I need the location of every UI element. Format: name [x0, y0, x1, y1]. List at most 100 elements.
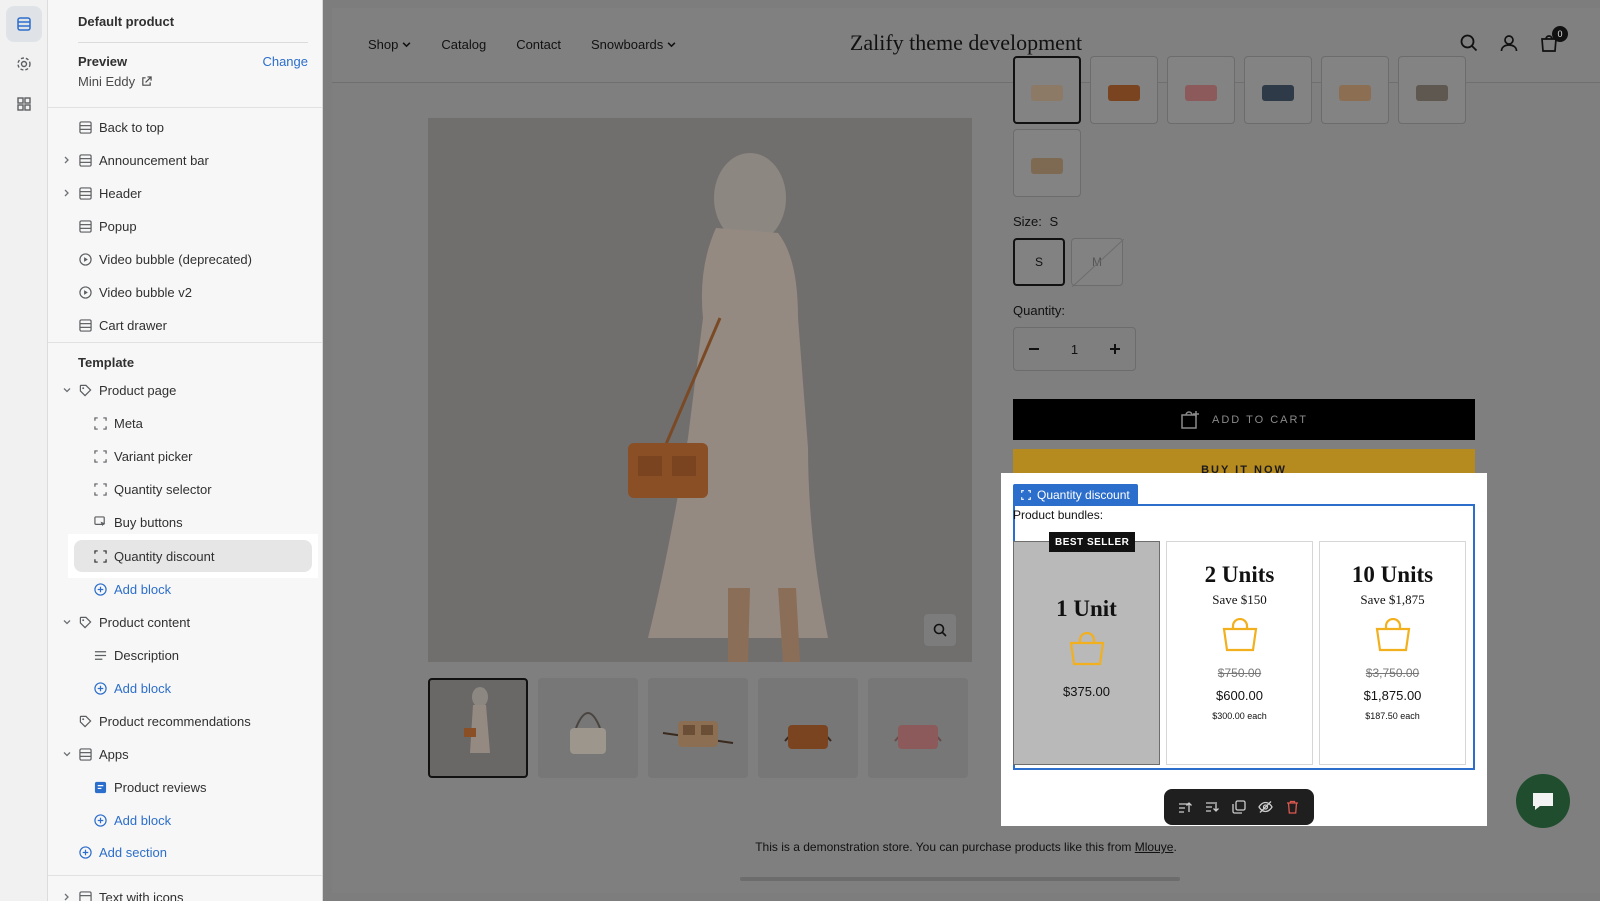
thumbnail-bag-image: [570, 712, 606, 754]
add-block-label: Add block: [114, 680, 172, 696]
sidebar-item-video-bubble-deprecated[interactable]: Video bubble (deprecated): [48, 244, 322, 274]
tag-icon: [78, 615, 92, 629]
text-lines-icon: [93, 648, 107, 662]
section-icon: [78, 219, 92, 233]
add-block-button[interactable]: Add block: [48, 673, 322, 703]
zoom-button[interactable]: [924, 614, 956, 646]
thumbnail-2[interactable]: [538, 678, 638, 778]
color-swatch[interactable]: [1090, 56, 1158, 124]
sidebar-item-apps[interactable]: Apps: [48, 739, 322, 769]
chevron-down-icon[interactable]: [62, 749, 72, 759]
bundle-savings: Save $1,875: [1360, 592, 1425, 607]
divider: [48, 342, 322, 343]
apps-icon[interactable]: [6, 86, 42, 122]
cart-add-icon: [1181, 410, 1200, 429]
add-block-button[interactable]: Add block: [48, 574, 322, 604]
color-swatch[interactable]: [1398, 56, 1466, 124]
move-down-icon[interactable]: [1202, 797, 1222, 817]
block-icon: [1021, 490, 1031, 500]
thumbnail-4[interactable]: [758, 678, 858, 778]
sidebar-item-header[interactable]: Header: [48, 178, 322, 208]
thumbnail-5[interactable]: [868, 678, 968, 778]
sidebar-item-back-to-top[interactable]: Back to top: [48, 112, 322, 142]
product-main-image[interactable]: [428, 118, 972, 662]
add-block-button[interactable]: Add block: [48, 805, 322, 835]
plus-circle-icon: [93, 813, 107, 827]
sidebar-item-variant-picker[interactable]: Variant picker: [48, 441, 322, 471]
color-swatch[interactable]: [1013, 56, 1081, 124]
bundle-option-1-unit[interactable]: 1 Unit $375.00: [1013, 541, 1160, 765]
delete-trash-icon[interactable]: [1283, 797, 1303, 817]
settings-gear-icon[interactable]: [6, 46, 42, 82]
preview-product[interactable]: Mini Eddy: [78, 74, 152, 89]
size-option-m[interactable]: M: [1071, 238, 1124, 287]
sidebar-item-label: Product recommendations: [99, 713, 251, 729]
sidebar-item-quantity-discount[interactable]: Quantity discount: [48, 541, 322, 571]
sidebar-item-video-bubble-v2[interactable]: Video bubble v2: [48, 277, 322, 307]
quantity-stepper[interactable]: 1: [1013, 327, 1136, 371]
swatch-bag-image: [1185, 85, 1217, 101]
search-icon[interactable]: [1458, 32, 1480, 54]
change-preview-link[interactable]: Change: [262, 54, 308, 69]
swatch-bag-image: [1262, 85, 1294, 101]
sidebar-item-product-content[interactable]: Product content: [48, 607, 322, 637]
sidebar-item-product-page[interactable]: Product page: [48, 375, 322, 405]
sections-icon[interactable]: [6, 6, 42, 42]
cart-icon[interactable]: 0: [1538, 26, 1568, 54]
size-option-s[interactable]: S: [1013, 238, 1065, 286]
section-icon: [78, 120, 92, 134]
account-icon[interactable]: [1498, 32, 1520, 54]
chat-button[interactable]: [1516, 774, 1570, 828]
quantity-value[interactable]: 1: [1071, 342, 1078, 357]
sidebar-item-meta[interactable]: Meta: [48, 408, 322, 438]
chevron-down-icon[interactable]: [62, 617, 72, 627]
sidebar-item-announcement-bar[interactable]: Announcement bar: [48, 145, 322, 175]
chevron-down-icon[interactable]: [62, 385, 72, 395]
demo-store-link[interactable]: Mlouye: [1135, 840, 1174, 854]
add-block-label: Add block: [114, 581, 172, 597]
thumbnail-3[interactable]: [648, 678, 748, 778]
store-brand[interactable]: Zalify theme development: [332, 30, 1600, 56]
bundle-option-10-units[interactable]: 10 Units Save $1,875 $3,750.00 $1,875.00…: [1319, 541, 1466, 765]
sidebar-item-cart-drawer[interactable]: Cart drawer: [48, 310, 322, 340]
sidebar-item-label: Description: [114, 647, 180, 663]
cart-count-badge: 0: [1552, 26, 1568, 42]
add-section-button[interactable]: Add section: [48, 837, 322, 867]
bundle-price: $1,875.00: [1363, 688, 1422, 703]
external-link-icon: [142, 76, 152, 86]
size-option-label: S: [1034, 255, 1043, 269]
chevron-right-icon[interactable]: [62, 188, 72, 198]
sidebar-item-buy-buttons[interactable]: Buy buttons: [48, 507, 322, 537]
sidebar-item-label: Cart drawer: [99, 317, 167, 333]
sidebar-item-label: Buy buttons: [114, 514, 183, 530]
color-swatch[interactable]: [1321, 56, 1389, 124]
sidebar-item-product-recommendations[interactable]: Product recommendations: [48, 706, 322, 736]
minus-icon[interactable]: [1028, 343, 1040, 355]
sidebar-item-quantity-selector[interactable]: Quantity selector: [48, 474, 322, 504]
selected-block-tag[interactable]: Quantity discount: [1013, 484, 1138, 506]
color-swatch[interactable]: [1167, 56, 1235, 124]
color-swatch[interactable]: [1244, 56, 1312, 124]
sidebar-item-popup[interactable]: Popup: [48, 211, 322, 241]
chevron-right-icon[interactable]: [62, 892, 72, 901]
play-icon: [78, 252, 92, 266]
sidebar-item-description[interactable]: Description: [48, 640, 322, 670]
plus-icon[interactable]: [1109, 343, 1121, 355]
thumbnail-1[interactable]: [428, 678, 528, 778]
sidebar-item-product-reviews[interactable]: Product reviews: [48, 772, 322, 802]
bundle-option-2-units[interactable]: 2 Units Save $150 $750.00 $600.00 $300.0…: [1166, 541, 1313, 765]
color-swatch[interactable]: [1013, 129, 1081, 197]
hide-eye-icon[interactable]: [1256, 797, 1276, 817]
sidebar-item-label: Text with icons: [99, 889, 184, 901]
play-icon: [78, 285, 92, 299]
block-icon: [93, 482, 107, 496]
add-to-cart-button[interactable]: ADD TO CART: [1013, 399, 1475, 440]
swatch-bag-image: [1416, 85, 1448, 101]
chat-bubble-icon: [1533, 793, 1553, 810]
sidebar-item-text-with-icons[interactable]: Text with icons: [48, 882, 322, 901]
duplicate-icon[interactable]: [1229, 797, 1249, 817]
chevron-right-icon[interactable]: [62, 155, 72, 165]
sections-sidebar: Default product Preview Change Mini Eddy…: [48, 0, 323, 901]
move-up-icon[interactable]: [1175, 797, 1195, 817]
thumbnail-bag-image: [894, 725, 942, 749]
